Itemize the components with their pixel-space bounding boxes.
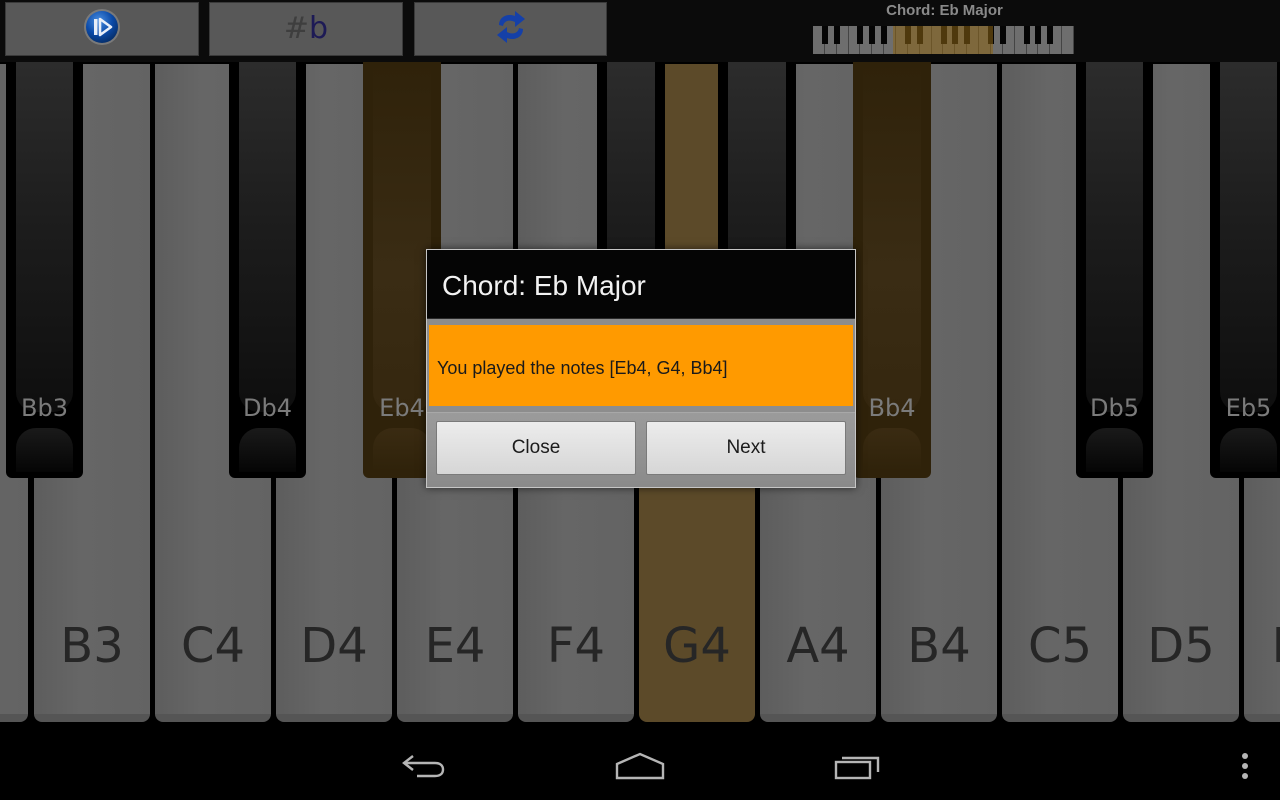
black-key-face [1220, 62, 1277, 412]
back-button[interactable] [392, 746, 456, 790]
dialog-header: Chord: Eb Major [427, 250, 855, 319]
black-key-face [863, 62, 921, 412]
sharp-flat-button[interactable]: #b [209, 2, 403, 56]
mini-keyboard-viewport[interactable] [893, 26, 993, 54]
close-button[interactable]: Close [436, 421, 636, 475]
black-key-face [16, 62, 73, 412]
black-key-db5[interactable]: Db5 [1076, 62, 1153, 478]
home-icon [615, 752, 665, 784]
mini-black-key [1035, 26, 1042, 44]
next-button[interactable]: Next [646, 421, 846, 475]
black-key-lip [863, 428, 921, 472]
mini-black-key [1023, 26, 1030, 44]
recent-apps-button[interactable] [826, 746, 890, 790]
mini-black-key [869, 26, 876, 44]
dialog-button-bar: Close Next [427, 412, 855, 487]
white-key-label: D4 [300, 618, 368, 674]
mini-black-key [857, 26, 864, 44]
system-navigation-bar [0, 736, 1280, 800]
black-key-lip [373, 428, 431, 472]
white-key-label: C5 [1027, 618, 1093, 674]
mini-black-key [833, 26, 840, 44]
black-key-label: Bb3 [21, 394, 68, 422]
black-key-face [239, 62, 296, 412]
black-key-eb5[interactable]: Eb5 [1210, 62, 1280, 478]
mini-black-key [999, 26, 1006, 44]
white-key-label: G4 [663, 618, 731, 674]
black-key-db4[interactable]: Db4 [229, 62, 306, 478]
mini-white-key [1062, 26, 1074, 54]
white-key-label: B3 [60, 618, 124, 674]
white-key-label: B4 [907, 618, 971, 674]
dialog-message-panel: You played the notes [Eb4, G4, Bb4] [429, 325, 853, 406]
play-button[interactable] [5, 2, 199, 56]
refresh-button[interactable] [414, 2, 607, 56]
top-toolbar: #b Chord: Eb Major [0, 0, 1280, 62]
white-key-label: E4 [424, 618, 486, 674]
black-key-bb4[interactable]: Bb4 [853, 62, 931, 478]
black-key-face [1086, 62, 1143, 412]
white-key-label: F4 [546, 618, 606, 674]
black-key-label: Db5 [1090, 394, 1139, 422]
black-key-lip [1086, 428, 1143, 472]
black-key-lip [239, 428, 296, 472]
black-key-label: Eb5 [1225, 394, 1272, 422]
refresh-icon [493, 7, 529, 51]
back-icon [401, 753, 447, 783]
white-key-label: E5 [1244, 618, 1280, 674]
mini-black-key [821, 26, 828, 44]
dialog-message: You played the notes [Eb4, G4, Bb4] [437, 358, 728, 378]
mini-keyboard-navigator[interactable] [813, 26, 1074, 54]
overflow-menu-icon [1240, 751, 1250, 785]
black-key-label: Db4 [243, 394, 292, 422]
black-key-lip [16, 428, 73, 472]
mini-black-key [881, 26, 888, 44]
white-key-label: C4 [180, 618, 246, 674]
dialog-title: Chord: Eb Major [442, 270, 646, 301]
black-key-lip [1220, 428, 1277, 472]
chord-result-dialog: Chord: Eb Major You played the notes [Eb… [426, 249, 856, 488]
white-key-label: A3 [0, 618, 28, 674]
black-key-label: Bb4 [868, 394, 916, 422]
sharp-flat-icon: #b [283, 11, 329, 46]
white-key-label: A4 [786, 618, 850, 674]
white-key-label: D5 [1147, 618, 1215, 674]
mini-black-key [1047, 26, 1054, 44]
overflow-menu-button[interactable] [1230, 746, 1260, 790]
play-icon [82, 7, 122, 51]
black-key-bb3[interactable]: Bb3 [6, 62, 83, 478]
mini-keyboard-title: Chord: Eb Major [886, 2, 1003, 19]
recents-icon [834, 752, 882, 784]
home-button[interactable] [608, 746, 672, 790]
black-key-face [373, 62, 431, 412]
